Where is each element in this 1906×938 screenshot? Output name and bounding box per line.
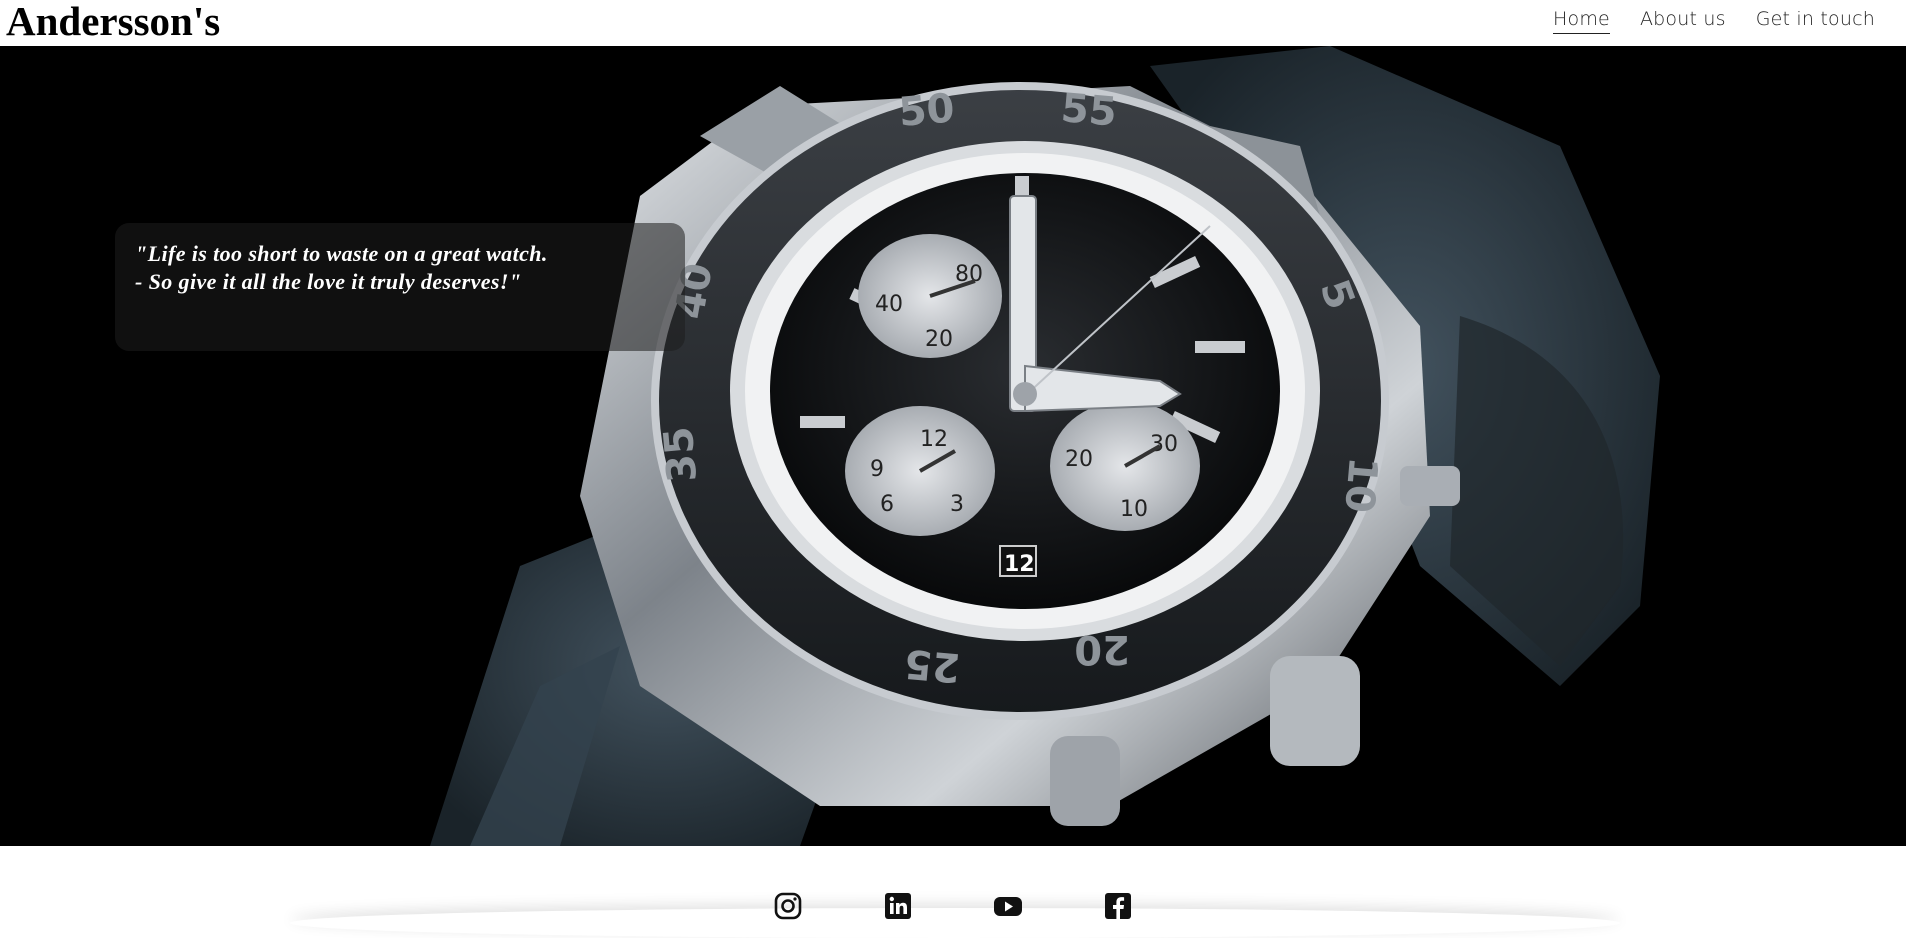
svg-text:12: 12 xyxy=(1004,552,1035,577)
site-header: Andersson's Home About us Get in touch xyxy=(0,0,1906,46)
social-links xyxy=(773,891,1133,921)
hero-quote: "Life is too short to waste on a great w… xyxy=(135,240,548,296)
svg-text:20: 20 xyxy=(1065,447,1093,472)
watch-image: 50 55 5 10 20 25 35 40 80 40 20 12 9 6 3… xyxy=(430,46,1660,846)
facebook-icon[interactable] xyxy=(1103,891,1133,921)
linkedin-icon[interactable] xyxy=(883,891,913,921)
nav-home-link[interactable]: Home xyxy=(1553,8,1610,34)
svg-text:6: 6 xyxy=(880,492,894,517)
svg-text:50: 50 xyxy=(897,85,956,136)
svg-text:20: 20 xyxy=(925,327,953,352)
svg-text:25: 25 xyxy=(903,640,962,691)
svg-text:40: 40 xyxy=(875,292,903,317)
quote-line-2: - So give it all the love it truly deser… xyxy=(135,269,522,294)
nav-about-link[interactable]: About us xyxy=(1640,8,1726,34)
quote-box: "Life is too short to waste on a great w… xyxy=(115,223,685,351)
main-nav: Home About us Get in touch xyxy=(1553,8,1875,34)
brand-logo[interactable]: Andersson's xyxy=(6,0,220,42)
svg-text:30: 30 xyxy=(1150,432,1178,457)
youtube-icon[interactable] xyxy=(993,891,1023,921)
svg-text:10: 10 xyxy=(1335,455,1386,514)
svg-text:9: 9 xyxy=(870,457,884,482)
svg-text:20: 20 xyxy=(1074,626,1130,672)
svg-text:12: 12 xyxy=(920,427,948,452)
hero-banner: 50 55 5 10 20 25 35 40 80 40 20 12 9 6 3… xyxy=(0,46,1906,846)
site-footer xyxy=(0,846,1906,923)
instagram-icon[interactable] xyxy=(773,891,803,921)
svg-text:35: 35 xyxy=(656,425,707,484)
svg-text:3: 3 xyxy=(950,492,964,517)
nav-contact-link[interactable]: Get in touch xyxy=(1756,8,1875,34)
quote-line-1: "Life is too short to waste on a great w… xyxy=(135,241,548,266)
svg-text:10: 10 xyxy=(1120,497,1148,522)
svg-text:55: 55 xyxy=(1059,85,1118,136)
